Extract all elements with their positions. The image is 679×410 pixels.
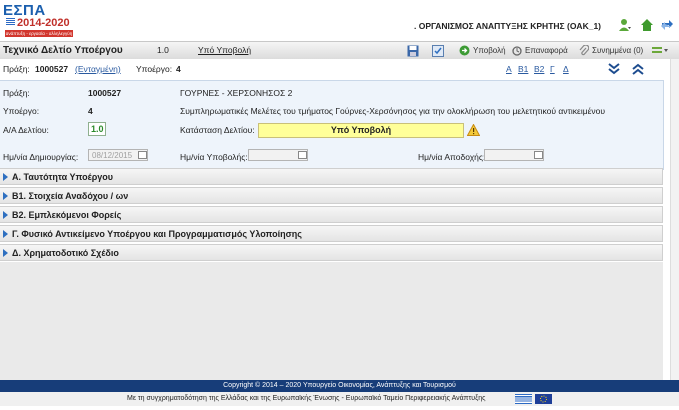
praxi-title: ΓΟΥΡΝΕΣ - ΧΕΡΣΟΝΗΣΟΣ 2 — [180, 88, 293, 98]
section-title: Γ. Φυσικό Αντικείμενο Υποέργου και Προγρ… — [12, 229, 302, 239]
ypoergo-title: Συμπληρωματικές Μελέτες του τμήματος Γού… — [180, 106, 606, 116]
menu-icon — [652, 46, 668, 53]
funding-text: Με τη συγχρηματοδότηση της Ελλάδας και τ… — [127, 395, 486, 402]
logo-slogan: ανάπτυξη - εργασία - αλληλεγγύη — [5, 30, 73, 37]
checklist-icon — [432, 44, 444, 57]
expand-arrow-icon — [3, 192, 8, 200]
date-submit-label: Ημ/νία Υποβολής: — [180, 152, 248, 162]
home-icon[interactable] — [640, 18, 654, 32]
menu-button[interactable] — [652, 44, 668, 57]
empty-content-area — [0, 262, 663, 380]
nav-link-g[interactable]: Γ — [550, 64, 555, 74]
section-d[interactable]: Δ. Χρηματοδοτικό Σχέδιο — [0, 244, 663, 261]
calendar-icon[interactable] — [534, 151, 543, 159]
page-title: Τεχνικό Δελτίο Υποέργου — [3, 45, 123, 56]
crumb-praxi-value: 1000527 — [35, 64, 69, 74]
crumb-ypoergo-label: Υποέργο: — [136, 64, 173, 74]
paperclip-icon — [579, 45, 589, 56]
expand-arrow-icon — [3, 230, 8, 238]
footer-funding: Με τη συγχρηματοδότηση της Ελλάδας και τ… — [0, 392, 679, 406]
status-link[interactable]: Υπό Υποβολή — [198, 45, 251, 55]
ypoergo-label: Υποέργο: — [3, 106, 40, 116]
greek-flag-icon — [6, 18, 15, 25]
ypoergo-code: 4 — [88, 106, 93, 116]
scrollbar[interactable] — [670, 59, 679, 380]
expand-arrow-icon — [3, 249, 8, 257]
date-created-label: Ημ/νία Δημιουργίας: — [3, 152, 79, 162]
praxi-code: 1000527 — [88, 88, 122, 98]
page-header: ΕΣΠΑ 2014-2020 ανάπτυξη - εργασία - αλλη… — [0, 0, 679, 40]
calendar-icon[interactable] — [298, 151, 307, 159]
submit-button[interactable]: Υποβολή — [459, 44, 506, 57]
calendar-icon[interactable] — [138, 151, 147, 159]
crumb-ypoergo-value: 4 — [176, 64, 181, 74]
footer-copyright: Copyright © 2014 – 2020 Υπουργείο Οικονο… — [0, 380, 679, 392]
katastasi-label: Κατάσταση Δελτίου: — [180, 125, 255, 135]
section-title: Β1. Στοιχεία Αναδόχου / ων — [12, 191, 129, 201]
expand-all-icon[interactable] — [608, 63, 620, 77]
restore-button[interactable]: Επαναφορά — [512, 44, 568, 57]
organization-name: . ΟΡΓΑΝΙΣΜΟΣ ΑΝΑΠΤΥΞΗΣ ΚΡΗΤΗΣ (OAK_1) — [414, 21, 601, 31]
toolbar: Τεχνικό Δελτίο Υποέργου 1.0 Υπό Υποβολή … — [0, 41, 679, 60]
nav-link-a[interactable]: Α — [506, 64, 512, 74]
section-b1[interactable]: Β1. Στοιχεία Αναδόχου / ων — [0, 187, 663, 204]
document-version: 1.0 — [157, 45, 169, 55]
section-title: Α. Ταυτότητα Υποέργου — [12, 172, 114, 182]
user-icon[interactable] — [618, 18, 632, 32]
floppy-disk-icon — [407, 45, 419, 56]
expand-arrow-icon — [3, 173, 8, 181]
breadcrumb: Πράξη: 1000527 (Ενταγμένη) Υποέργο: 4 Α … — [0, 59, 670, 79]
restore-label: Επαναφορά — [525, 46, 568, 55]
attachments-label: Συνημμένα (0) — [592, 46, 644, 55]
eu-flag-icon — [535, 394, 552, 404]
crumb-praxi-label: Πράξη: — [3, 64, 30, 74]
collapse-all-icon[interactable] — [632, 63, 644, 77]
section-title: Δ. Χρηματοδοτικό Σχέδιο — [12, 248, 119, 258]
submit-label: Υποβολή — [473, 46, 506, 55]
nav-link-b2[interactable]: Β2 — [534, 64, 544, 74]
section-a[interactable]: Α. Ταυτότητα Υποέργου — [0, 168, 663, 185]
section-title: Β2. Εμπλεκόμενοι Φορείς — [12, 210, 122, 220]
crumb-praxi-status-link[interactable]: (Ενταγμένη) — [75, 64, 121, 74]
validate-button[interactable] — [432, 44, 444, 57]
espa-logo: ΕΣΠΑ 2014-2020 ανάπτυξη - εργασία - αλλη… — [3, 2, 75, 38]
restore-icon — [512, 45, 522, 56]
greek-flag-icon — [515, 394, 532, 404]
aa-field[interactable]: 1.0 — [88, 122, 106, 136]
logo-years: 2014-2020 — [17, 17, 70, 29]
nav-link-d[interactable]: Δ — [563, 64, 569, 74]
switch-icon[interactable] — [660, 18, 674, 32]
section-g[interactable]: Γ. Φυσικό Αντικείμενο Υποέργου και Προγρ… — [0, 225, 663, 242]
praxi-label: Πράξη: — [3, 88, 30, 98]
attachments-button[interactable]: Συνημμένα (0) — [579, 44, 643, 57]
info-panel: Πράξη: 1000527 ΓΟΥΡΝΕΣ - ΧΕΡΣΟΝΗΣΟΣ 2 Υπ… — [0, 80, 664, 170]
date-accept-label: Ημ/νία Αποδοχής: — [418, 152, 486, 162]
expand-arrow-icon — [3, 211, 8, 219]
save-button[interactable] — [407, 44, 419, 57]
section-b2[interactable]: Β2. Εμπλεκόμενοι Φορείς — [0, 206, 663, 223]
aa-label: Α/Α Δελτίου: — [3, 125, 49, 135]
submit-arrow-icon — [459, 45, 470, 56]
warning-icon — [466, 123, 481, 138]
status-badge: Υπό Υποβολή — [258, 123, 464, 138]
nav-link-b1[interactable]: Β1 — [518, 64, 528, 74]
